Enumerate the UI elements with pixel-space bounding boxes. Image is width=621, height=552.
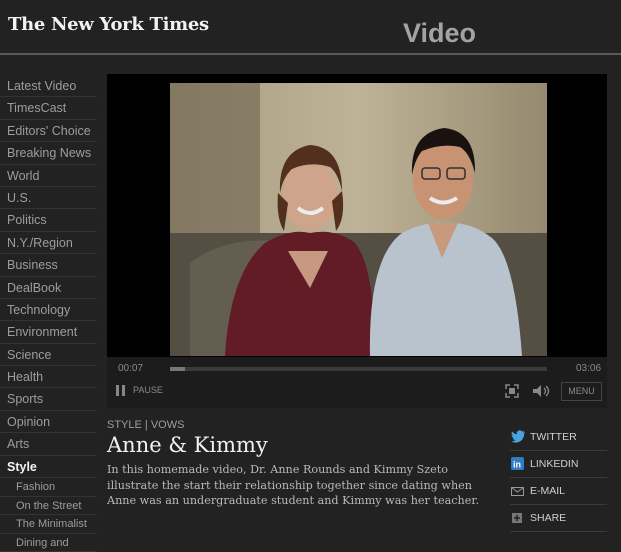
pause-icon bbox=[116, 385, 126, 396]
nav-item-style[interactable]: Style bbox=[0, 456, 97, 479]
nav-item-editors-choice[interactable]: Editors' Choice bbox=[0, 120, 97, 143]
nav-item-world[interactable]: World bbox=[0, 165, 97, 187]
section-title: Video bbox=[403, 18, 477, 48]
volume-icon[interactable] bbox=[532, 384, 550, 398]
video-player[interactable]: 00:07 03:06 PAUSE MENU bbox=[107, 74, 607, 408]
nyt-logo[interactable]: The New York Times bbox=[8, 14, 209, 35]
share-more[interactable]: SHARE bbox=[510, 505, 607, 532]
share-tools: TWITTER in LINKEDIN E-MAIL SHARE bbox=[510, 424, 607, 532]
plus-icon bbox=[511, 511, 524, 524]
email-icon bbox=[511, 484, 524, 497]
menu-button[interactable]: MENU bbox=[561, 382, 602, 401]
section-nav: Latest Video TimesCast Editors' Choice Brea… bbox=[0, 75, 97, 552]
progress-fill bbox=[170, 367, 186, 371]
pause-label: PAUSE bbox=[133, 385, 163, 395]
nav-subitem-the-minimalist[interactable]: The Minimalist bbox=[0, 515, 97, 534]
nav-item-latest-video[interactable]: Latest Video bbox=[0, 75, 97, 98]
nav-item-dealbook[interactable]: DealBook bbox=[0, 277, 97, 299]
article-kicker[interactable]: STYLE | VOWS bbox=[107, 419, 184, 431]
share-email[interactable]: E-MAIL bbox=[510, 478, 607, 505]
share-twitter[interactable]: TWITTER bbox=[510, 424, 607, 451]
twitter-icon bbox=[511, 430, 525, 443]
nav-item-arts[interactable]: Arts bbox=[0, 433, 97, 456]
nav-item-sports[interactable]: Sports bbox=[0, 388, 97, 411]
nav-subitem-fashion[interactable]: Fashion bbox=[0, 478, 97, 497]
duration: 03:06 bbox=[576, 363, 602, 374]
share-linkedin[interactable]: in LINKEDIN bbox=[510, 451, 607, 478]
email-label: E-MAIL bbox=[530, 485, 566, 497]
article-summary: In this homemade video, Dr. Anne Rounds … bbox=[107, 463, 479, 507]
current-time: 00:07 bbox=[118, 363, 144, 374]
share-label: SHARE bbox=[530, 512, 567, 524]
linkedin-label: LINKEDIN bbox=[530, 458, 579, 470]
pause-button[interactable]: PAUSE bbox=[116, 383, 176, 399]
nav-item-n-y-region[interactable]: N.Y./Region bbox=[0, 232, 97, 255]
nav-item-breaking-news[interactable]: Breaking News bbox=[0, 142, 97, 165]
nav-subitem-dining-and[interactable]: Dining and bbox=[0, 534, 97, 552]
nav-item-health[interactable]: Health bbox=[0, 366, 97, 389]
fullscreen-icon[interactable] bbox=[505, 384, 519, 398]
nav-item-timescast[interactable]: TimesCast bbox=[0, 97, 97, 120]
nav-item-technology[interactable]: Technology bbox=[0, 299, 97, 322]
masthead: The New York Times Video bbox=[0, 0, 621, 56]
article-headline: Anne & Kimmy bbox=[107, 433, 268, 457]
svg-text:in: in bbox=[513, 460, 521, 470]
player-controls: 00:07 03:06 PAUSE MENU bbox=[107, 357, 607, 408]
video-frame[interactable] bbox=[170, 83, 547, 356]
twitter-label: TWITTER bbox=[530, 431, 577, 443]
nav-item-science[interactable]: Science bbox=[0, 344, 97, 367]
progress-bar[interactable] bbox=[170, 367, 547, 371]
nav-item-opinion[interactable]: Opinion bbox=[0, 411, 97, 434]
nav-item-business[interactable]: Business bbox=[0, 254, 97, 277]
linkedin-icon: in bbox=[511, 457, 524, 470]
nav-item-politics[interactable]: Politics bbox=[0, 209, 97, 232]
nav-item-u-s[interactable]: U.S. bbox=[0, 187, 97, 210]
nav-subitem-on-the-street[interactable]: On the Street bbox=[0, 497, 97, 516]
masthead-divider bbox=[0, 53, 621, 55]
nav-item-environment[interactable]: Environment bbox=[0, 321, 97, 344]
